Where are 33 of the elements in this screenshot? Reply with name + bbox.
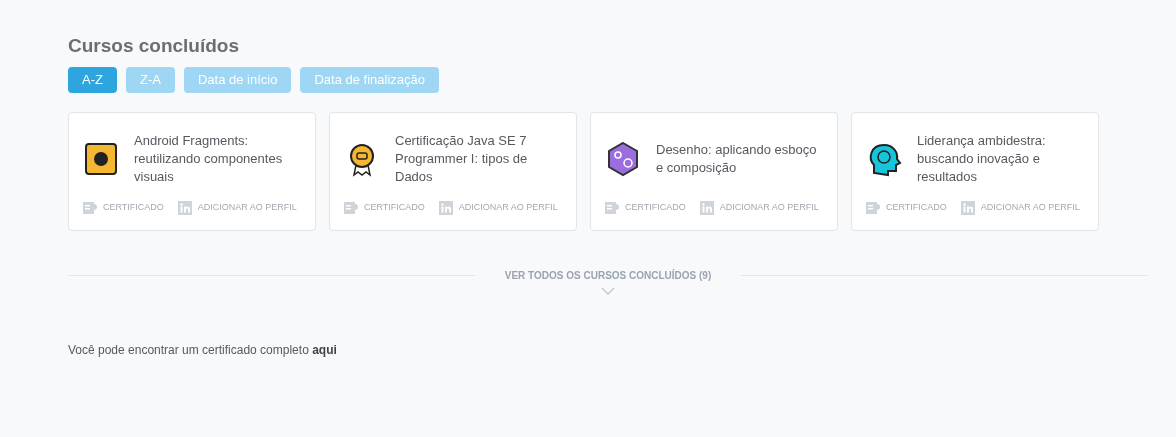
course-card[interactable]: Certificação Java SE 7 Programmer I: tipos de Dados CERTIFICADO ADICIONAR AO PERFIL (329, 112, 577, 231)
add-to-profile-link[interactable]: ADICIONAR AO PERFIL (980, 201, 1080, 215)
linkedin-icon (699, 201, 714, 215)
sort-button[interactable]: Data de finalização (300, 67, 439, 93)
linkedin-icon (960, 201, 975, 215)
certificate-link[interactable]: CERTIFICADO (364, 201, 425, 215)
chevron-down-icon[interactable] (601, 287, 615, 295)
certificate-link[interactable]: CERTIFICADO (625, 201, 686, 215)
linkedin-icon (438, 201, 453, 215)
linkedin-icon (177, 201, 192, 215)
certificate-link[interactable]: CERTIFICADO (886, 201, 947, 215)
add-to-profile-link[interactable]: ADICIONAR AO PERFIL (458, 201, 558, 215)
course-card[interactable]: Liderança ambidestra: buscando inovação e resultados CERTIFICADO ADICIONAR AO PERFIL (851, 112, 1099, 231)
add-to-profile-link[interactable]: ADICIONAR AO PERFIL (197, 201, 297, 215)
certificate-note: Você pode encontrar um certificado completo aqui (68, 342, 338, 359)
here-link[interactable]: aqui (312, 343, 337, 357)
certificate-icon (605, 202, 619, 214)
course-card[interactable]: Desenho: aplicando esboço e composição CERTIFICADO ADICIONAR AO PERFIL (590, 112, 838, 231)
sort-button[interactable]: Z-A (125, 67, 175, 93)
course-title: Certificação Java SE 7 Programmer I: tipos de Dados (395, 132, 529, 186)
certificate-icon (83, 202, 97, 214)
certificate-icon (344, 202, 358, 214)
add-to-profile-link[interactable]: ADICIONAR AO PERFIL (719, 201, 819, 215)
course-title: Android Fragments: reutilizando componentes visuais (134, 132, 284, 186)
course-title: Desenho: aplicando esboço e composição (656, 141, 818, 177)
certificate-icon (866, 202, 880, 214)
certificate-link[interactable]: CERTIFICADO (103, 201, 164, 215)
course-card[interactable]: Android Fragments: reutilizando componentes visuais CERTIFICADO ADICIONAR AO PERFIL (68, 112, 316, 231)
course-title: Liderança ambidestra: buscando inovação e resultados (917, 132, 1047, 186)
sort-button[interactable]: Data de início (183, 67, 292, 93)
see-all-link[interactable]: VER TODOS OS CURSOS CONCLUÍDOS (9) (474, 268, 742, 283)
section-heading: Cursos concluídos (68, 34, 241, 58)
sort-button[interactable]: A-Z (68, 67, 117, 93)
